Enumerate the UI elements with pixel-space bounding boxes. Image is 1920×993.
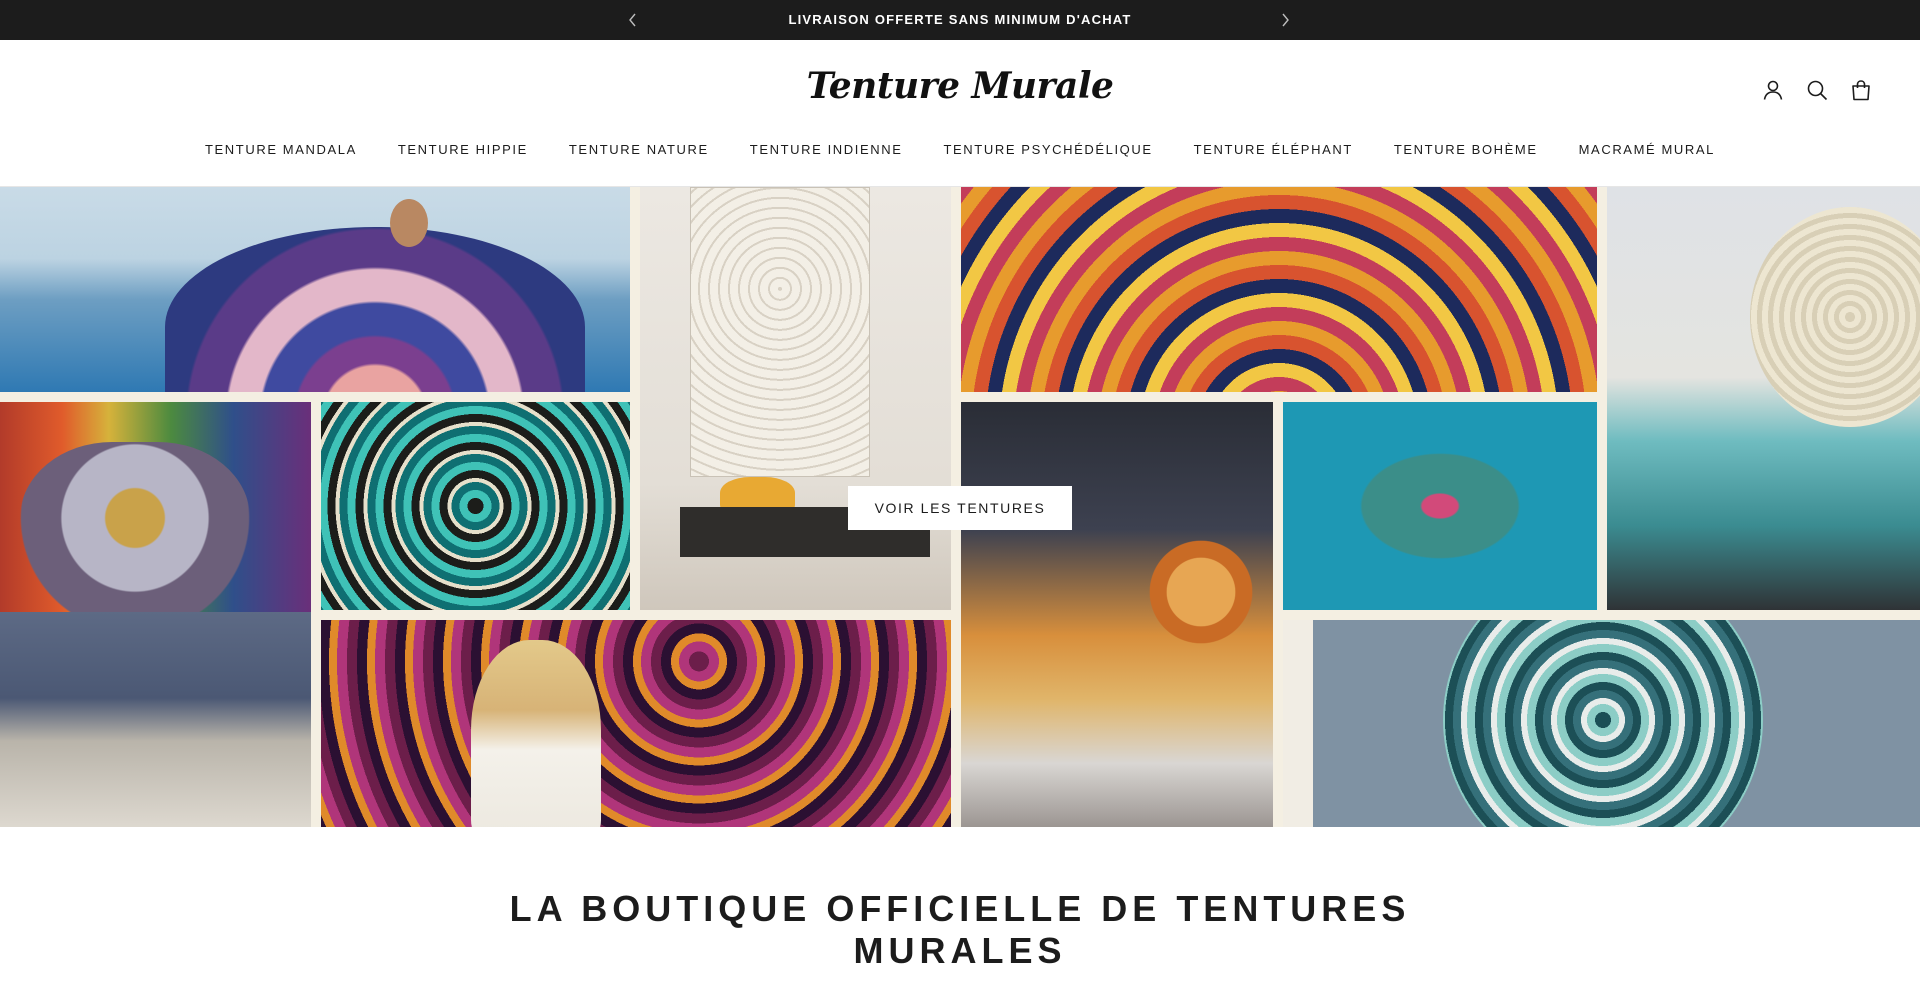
chevron-right-icon[interactable] — [1273, 8, 1297, 32]
nav-item-tenture-indienne[interactable]: TENTURE INDIENNE — [750, 142, 903, 157]
hero-image-blue-mandala — [1283, 620, 1920, 827]
account-icon[interactable] — [1761, 78, 1785, 102]
nav-item-tenture-psychedelique[interactable]: TENTURE PSYCHÉDÉLIQUE — [944, 142, 1153, 157]
hero-image-peacock-mandala — [961, 187, 1597, 392]
hero-image-teal-mandala — [321, 402, 630, 610]
search-icon[interactable] — [1805, 78, 1829, 102]
hero-image-sun-moon-bedroom — [961, 402, 1273, 827]
main-navigation: TENTURE MANDALA TENTURE HIPPIE TENTURE N… — [0, 142, 1920, 157]
nav-item-tenture-nature[interactable]: TENTURE NATURE — [569, 142, 709, 157]
nav-item-tenture-boheme[interactable]: TENTURE BOHÈME — [1394, 142, 1538, 157]
nav-item-tenture-hippie[interactable]: TENTURE HIPPIE — [398, 142, 528, 157]
hero-banner: VOIR LES TENTURES — [0, 187, 1920, 827]
hero-image-sun-tarot-tapestry — [640, 187, 951, 610]
nav-item-tenture-mandala[interactable]: TENTURE MANDALA — [205, 142, 357, 157]
announcement-text: LIVRAISON OFFERTE SANS MINIMUM D'ACHAT — [788, 12, 1132, 27]
hero-image-purple-mandala — [321, 620, 951, 827]
hero-image-teal-elephant — [1283, 402, 1597, 610]
site-header: Tenture Murale TENTURE MANDALA TENTURE H… — [0, 40, 1920, 187]
announcement-bar: LIVRAISON OFFERTE SANS MINIMUM D'ACHAT — [0, 0, 1920, 40]
hero-image-beach-tapestry — [0, 187, 630, 392]
section-title: LA BOUTIQUE OFFICIELLE DE TENTURES MURAL… — [509, 888, 1411, 971]
header-actions — [1761, 78, 1873, 102]
hero-image-bedroom-tapestry — [1607, 187, 1920, 610]
nav-item-tenture-elephant[interactable]: TENTURE ÉLÉPHANT — [1194, 142, 1353, 157]
hero-image-elephant-living-room — [0, 402, 311, 827]
view-tapestries-button[interactable]: VOIR LES TENTURES — [848, 486, 1072, 530]
site-logo[interactable]: Tenture Murale — [0, 65, 1920, 107]
nav-item-macrame-mural[interactable]: MACRAMÉ MURAL — [1579, 142, 1715, 157]
cart-icon[interactable] — [1849, 78, 1873, 102]
